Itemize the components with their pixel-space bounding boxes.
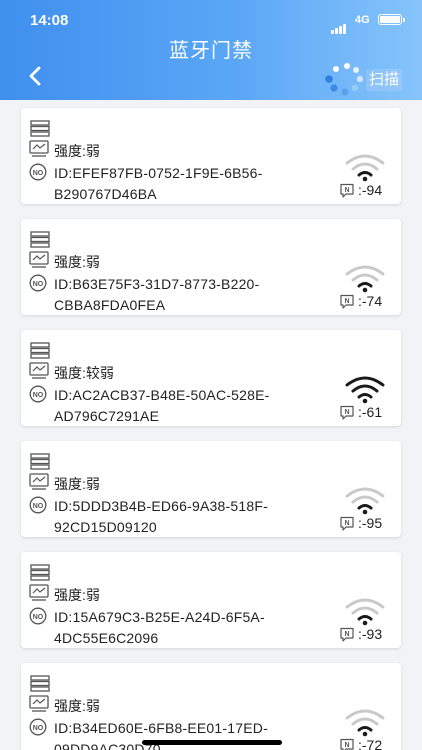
device-list-icon xyxy=(30,120,50,137)
wifi-signal-icon xyxy=(343,596,387,626)
status-time: 14:08 xyxy=(30,12,69,29)
device-list-icon xyxy=(30,675,50,692)
signal-monitor-icon xyxy=(29,251,49,268)
number-icon: NO xyxy=(29,163,47,181)
battery-icon xyxy=(378,14,405,25)
message-icon: N xyxy=(339,405,355,421)
svg-text:NO: NO xyxy=(33,392,44,399)
message-icon: N xyxy=(339,516,355,532)
svg-text:N: N xyxy=(344,187,349,194)
device-id: ID:EFEF87FB-0752-1F9E-6B56-B290767D46BA xyxy=(54,165,263,202)
device-list-icon xyxy=(30,231,50,248)
app-header: 14:08 4G 蓝牙门禁 扫描 xyxy=(0,0,422,100)
scan-button[interactable]: 扫描 xyxy=(366,69,403,91)
strength-label: 强度:弱 xyxy=(54,476,100,492)
device-card[interactable]: 强度:弱 NO ID:EFEF87FB-0752-1F9E-6B56-B2907… xyxy=(21,108,401,204)
strength-label: 强度:弱 xyxy=(54,254,100,270)
device-card[interactable]: 强度:弱 NO ID:B34ED60E-6FB8-EE01-17ED-09DD9… xyxy=(21,663,401,750)
device-list-icon xyxy=(30,342,50,359)
svg-text:NO: NO xyxy=(33,503,44,510)
loading-spinner-icon xyxy=(325,63,364,96)
signal-monitor-icon xyxy=(29,140,49,157)
strength-label: 强度:弱 xyxy=(54,698,100,714)
device-card[interactable]: 强度:较弱 NO ID:AC2ACB37-B48E-50AC-528E-AD79… xyxy=(21,330,401,426)
device-list-icon xyxy=(30,453,50,470)
signal-monitor-icon xyxy=(29,584,49,601)
signal-monitor-icon xyxy=(29,473,49,490)
strength-label: 强度:弱 xyxy=(54,587,100,603)
rssi-value: :-93 xyxy=(358,626,383,642)
svg-text:NO: NO xyxy=(33,170,44,177)
cellular-signal-icon xyxy=(331,16,347,34)
number-icon: NO xyxy=(29,496,47,514)
device-id: ID:AC2ACB37-B48E-50AC-528E-AD796C7291AE xyxy=(54,387,270,424)
device-card[interactable]: 强度:弱 NO ID:15A679C3-B25E-A24D-6F5A-4DC55… xyxy=(21,552,401,648)
message-icon: N xyxy=(339,627,355,643)
svg-text:NO: NO xyxy=(33,725,44,732)
page-title: 蓝牙门禁 xyxy=(169,40,253,62)
message-icon: N xyxy=(339,738,355,750)
wifi-signal-icon xyxy=(343,485,387,515)
number-icon: NO xyxy=(29,385,47,403)
strength-label: 强度:较弱 xyxy=(54,365,114,381)
device-card[interactable]: 强度:弱 NO ID:5DDD3B4B-ED66-9A38-518F-92CD1… xyxy=(21,441,401,537)
number-icon: NO xyxy=(29,718,47,736)
device-id: ID:B63E75F3-31D7-8773-B220-CBBA8FDA0FEA xyxy=(54,276,260,313)
svg-text:N: N xyxy=(344,298,349,305)
wifi-signal-icon xyxy=(343,263,387,293)
rssi-value: :-94 xyxy=(358,182,383,198)
number-icon: NO xyxy=(29,274,47,292)
svg-text:NO: NO xyxy=(33,281,44,288)
svg-text:N: N xyxy=(344,631,349,638)
svg-text:NO: NO xyxy=(33,614,44,621)
svg-text:N: N xyxy=(344,409,349,416)
rssi-value: :-95 xyxy=(358,515,383,531)
device-list-icon xyxy=(30,564,50,581)
signal-monitor-icon xyxy=(29,695,49,712)
message-icon: N xyxy=(339,183,355,199)
rssi-value: :-74 xyxy=(358,293,383,309)
wifi-signal-icon xyxy=(343,707,387,737)
home-indicator xyxy=(142,740,282,745)
wifi-signal-icon xyxy=(343,374,387,404)
rssi-value: :-61 xyxy=(358,404,383,420)
number-icon: NO xyxy=(29,607,47,625)
device-card[interactable]: 强度:弱 NO ID:B63E75F3-31D7-8773-B220-CBBA8… xyxy=(21,219,401,315)
strength-label: 强度:弱 xyxy=(54,143,100,159)
rssi-value: :-72 xyxy=(358,737,383,750)
wifi-signal-icon xyxy=(343,152,387,182)
back-button[interactable] xyxy=(24,64,48,88)
signal-monitor-icon xyxy=(29,362,49,379)
svg-text:N: N xyxy=(344,520,349,527)
svg-text:N: N xyxy=(344,742,349,749)
message-icon: N xyxy=(339,294,355,310)
device-id: ID:15A679C3-B25E-A24D-6F5A-4DC55E6C2096 xyxy=(54,609,265,646)
device-id: ID:B34ED60E-6FB8-EE01-17ED-09DD9AC30D70 xyxy=(54,720,268,750)
network-type: 4G xyxy=(355,14,370,26)
device-id: ID:5DDD3B4B-ED66-9A38-518F-92CD15D09120 xyxy=(54,498,268,535)
